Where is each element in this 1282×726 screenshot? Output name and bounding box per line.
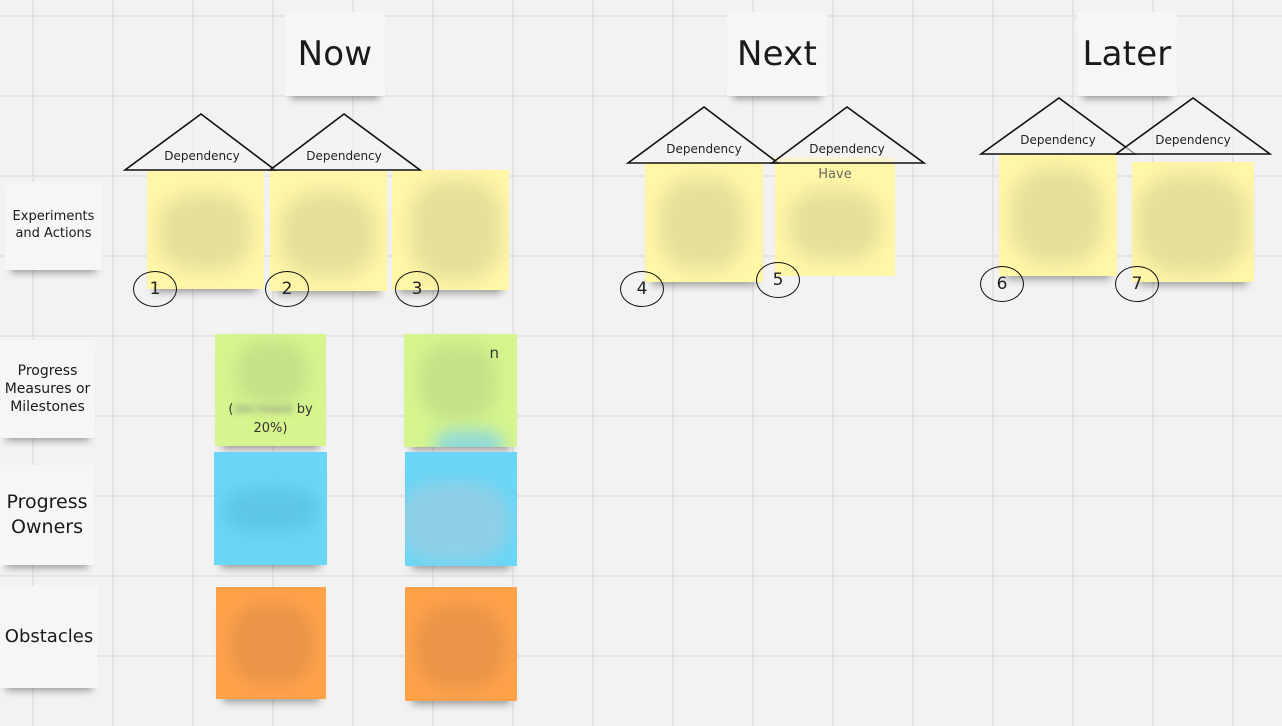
sticky-text: (decrease by 20%) [215,400,326,438]
dependency-label: Dependency [306,149,382,163]
blurred-text [420,344,496,420]
sticky-owner-2[interactable] [405,452,517,566]
dependency-label: Dependency [666,142,742,156]
blurred-text [230,603,314,685]
row-label-owners[interactable]: Progress Owners [0,465,94,565]
number-circle-4[interactable]: 4 [620,271,664,307]
dependency-label: Dependency [809,142,885,156]
sticky-obstacle-2[interactable] [405,587,517,701]
dependency-label: Dependency [1155,133,1231,147]
row-label-text: Obstacles [4,626,94,648]
number-circle-3[interactable]: 3 [395,271,439,307]
number-circle-2[interactable]: 2 [265,271,309,307]
sticky-text: n [489,344,499,362]
sticky-owner-1[interactable] [214,452,327,565]
blurred-text [405,482,509,562]
dependency-label: Dependency [1020,133,1096,147]
number-text: 5 [772,270,784,290]
dependency-label: Dependency [164,149,240,163]
row-label-measures[interactable]: Progress Measures or Milestones [0,340,95,438]
row-label-text: Progress Owners [6,491,88,538]
number-circle-1[interactable]: 1 [133,271,177,307]
number-text: 6 [996,274,1008,294]
blurred-text [224,488,318,532]
number-text: 4 [636,279,648,299]
sticky-text-line: 20%) [253,421,288,436]
blurred-overlap [434,430,504,447]
number-circle-5[interactable]: 5 [756,262,800,298]
blurred-text [237,342,307,404]
number-text: 7 [1131,274,1143,294]
sticky-measure-1[interactable]: (decrease by 20%) [215,334,326,446]
sticky-measure-2[interactable]: n [404,334,517,447]
number-circle-7[interactable]: 7 [1115,266,1159,302]
number-text: 1 [149,279,161,299]
number-text: 2 [281,279,293,299]
blurred-text [415,605,505,689]
row-label-obstacles[interactable]: Obstacles [0,586,98,688]
row-label-text: Progress Measures or Milestones [4,362,91,416]
number-text: 3 [411,279,423,299]
sticky-obstacle-1[interactable] [216,587,326,699]
number-circle-6[interactable]: 6 [980,266,1024,302]
